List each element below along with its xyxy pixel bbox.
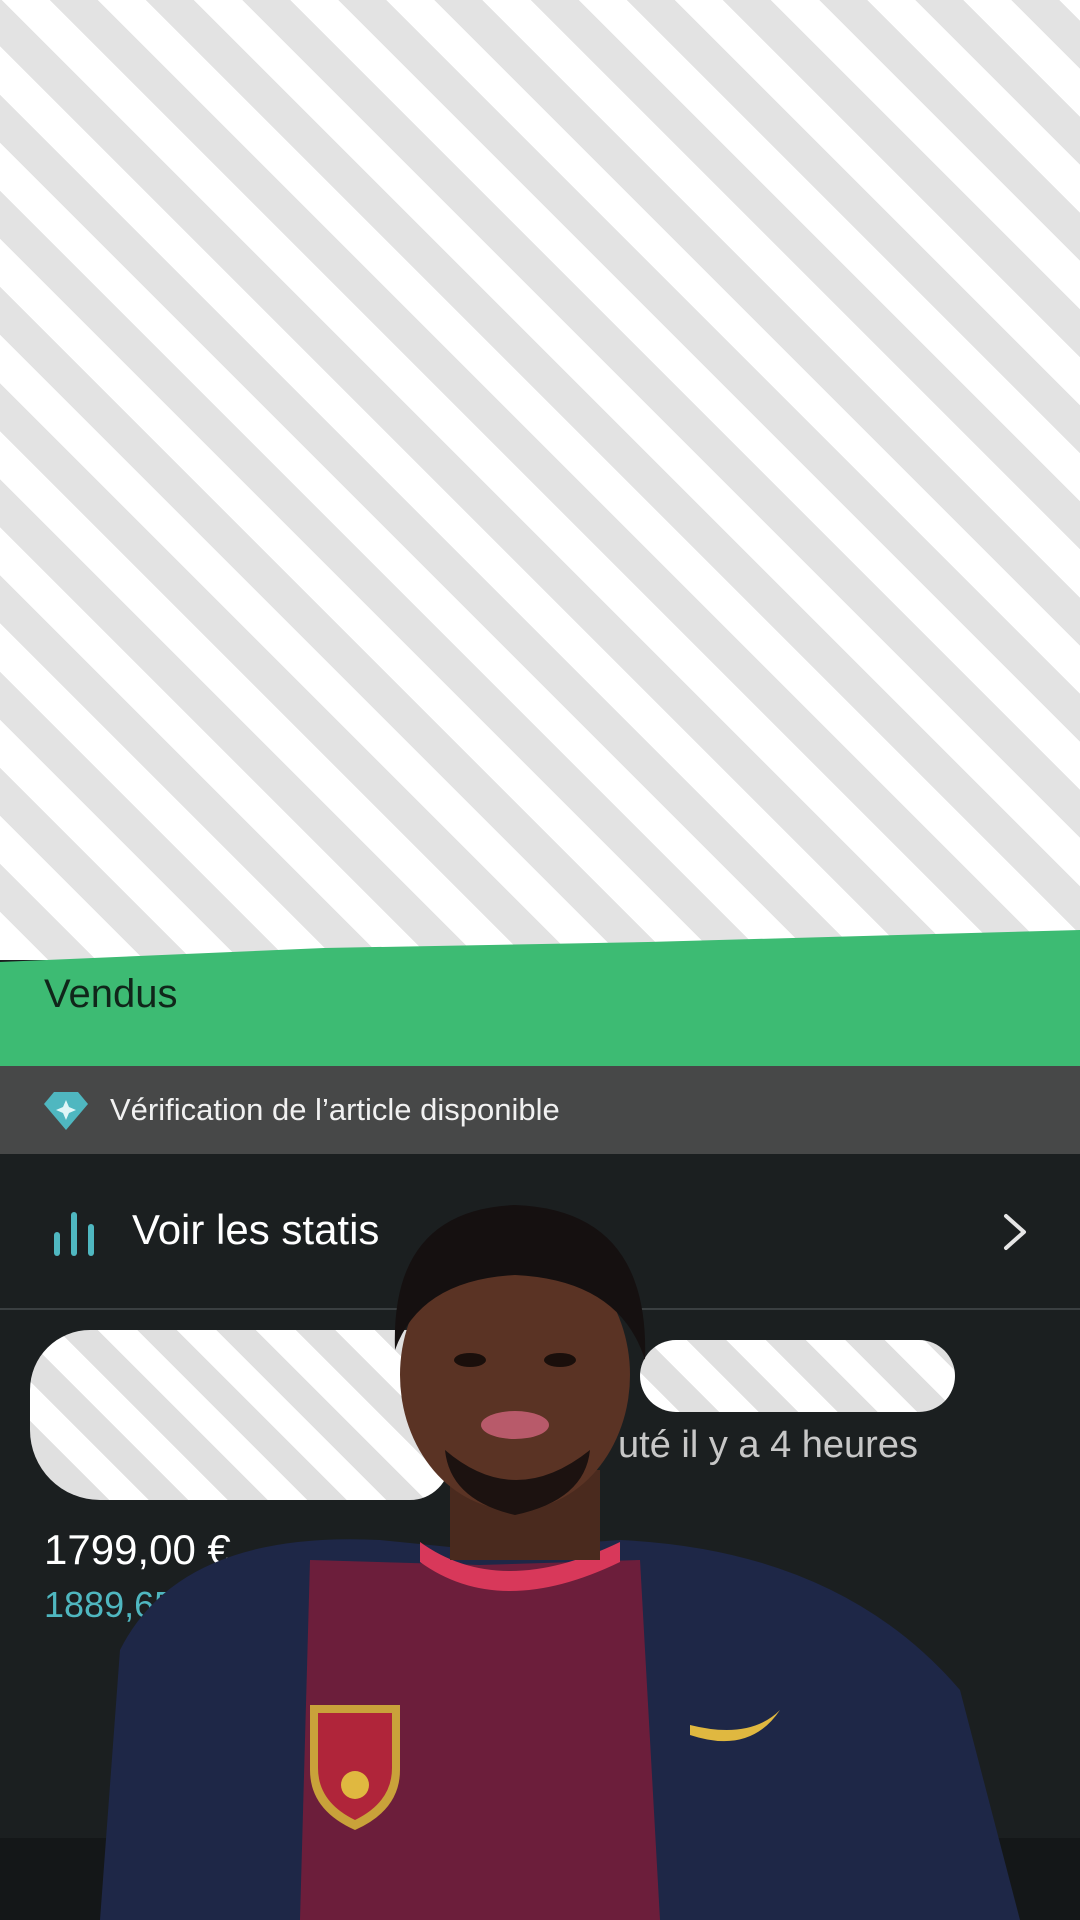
diamond-icon [44, 1092, 88, 1130]
screen: Vendus Vérification de l’article disponi… [0, 0, 1080, 1920]
sold-label: Vendus [44, 972, 178, 1016]
presenter-overlay [100, 1205, 1020, 1920]
verification-text: Vérification de l’article disponible [110, 1092, 560, 1127]
redacted-image-area [0, 0, 1080, 960]
